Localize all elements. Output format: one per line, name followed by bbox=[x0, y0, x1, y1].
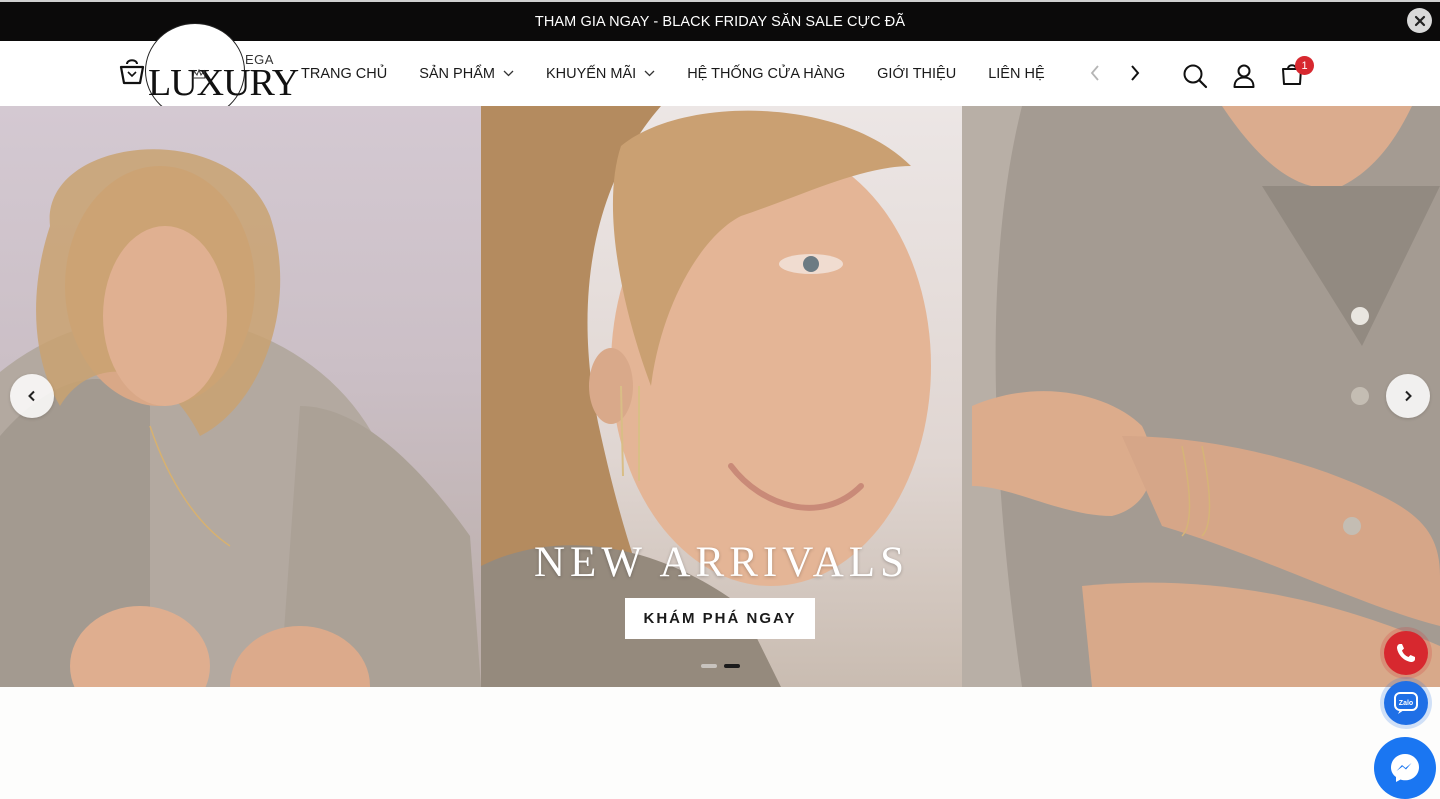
phone-contact-button[interactable] bbox=[1384, 631, 1428, 675]
bag-logo-icon bbox=[119, 59, 145, 85]
site-header: LUXURY EGA TRANG CHỦ SẢN PHẨM KHUYẾN MÃI… bbox=[0, 23, 1440, 119]
nav-item-label: HỆ THỐNG CỬA HÀNG bbox=[687, 65, 846, 82]
slider-dot[interactable] bbox=[701, 664, 717, 668]
slider-prev-button[interactable] bbox=[10, 374, 54, 418]
svg-text:Zalo: Zalo bbox=[1399, 700, 1413, 707]
logo-suffix: EGA bbox=[245, 52, 274, 67]
nav-item-khuyen-mai[interactable]: KHUYẾN MÃI bbox=[546, 66, 655, 82]
phone-icon bbox=[1397, 644, 1415, 662]
nav-scroll-arrows bbox=[1088, 63, 1142, 83]
logo[interactable]: LUXURY EGA bbox=[118, 23, 299, 119]
chevron-left-icon bbox=[28, 390, 35, 402]
promo-text: THAM GIA NGAY - BLACK FRIDAY SĂN SALE CỰ… bbox=[534, 13, 906, 30]
search-icon[interactable] bbox=[1182, 63, 1208, 89]
messenger-icon bbox=[1391, 754, 1419, 782]
nav-item-trang-chu[interactable]: TRANG CHỦ bbox=[301, 66, 387, 82]
hero-photo-right bbox=[962, 106, 1440, 687]
promo-close-button[interactable] bbox=[1407, 8, 1432, 33]
hero-title: NEW ARRIVALS bbox=[534, 539, 909, 586]
slider-next-button[interactable] bbox=[1386, 374, 1430, 418]
hero-image-right bbox=[962, 106, 1440, 687]
nav-item-he-thong-cua-hang[interactable]: HỆ THỐNG CỬA HÀNG bbox=[687, 66, 845, 82]
hero-slider: NEW ARRIVALS KHÁM PHÁ NGAY bbox=[0, 106, 1440, 687]
hero-image-left bbox=[0, 106, 481, 687]
nav-next-button[interactable] bbox=[1128, 63, 1142, 83]
slider-dot-active[interactable] bbox=[724, 664, 740, 668]
nav-item-san-pham[interactable]: SẢN PHẨM bbox=[419, 66, 514, 82]
nav-prev-button[interactable] bbox=[1088, 63, 1102, 83]
header-actions: 1 bbox=[1182, 56, 1314, 91]
cart-count-badge: 1 bbox=[1295, 56, 1314, 75]
crown-icon bbox=[192, 69, 206, 79]
zalo-contact-button[interactable]: Zalo bbox=[1384, 681, 1428, 725]
messenger-contact-button[interactable] bbox=[1374, 737, 1436, 799]
user-icon[interactable] bbox=[1232, 63, 1256, 89]
nav-item-lien-he[interactable]: LIÊN HỆ bbox=[988, 66, 1044, 82]
logo-text: LUXURY bbox=[148, 62, 299, 104]
nav-item-gioi-thieu[interactable]: GIỚI THIỆU bbox=[877, 66, 956, 82]
nav-item-label: LIÊN HỆ bbox=[988, 65, 1045, 82]
hero-cta-button[interactable]: KHÁM PHÁ NGAY bbox=[625, 598, 815, 639]
nav-item-label: SẢN PHẨM bbox=[419, 65, 495, 82]
nav-item-label: TRANG CHỦ bbox=[301, 65, 388, 82]
main-nav: TRANG CHỦ SẢN PHẨM KHUYẾN MÃI HỆ THỐNG C… bbox=[301, 41, 1077, 106]
nav-item-label: KHUYẾN MÃI bbox=[545, 65, 637, 82]
zalo-icon: Zalo bbox=[1394, 692, 1418, 714]
chevron-down-icon bbox=[644, 70, 655, 77]
slider-pagination bbox=[701, 664, 740, 668]
close-icon bbox=[1414, 15, 1425, 26]
hero-photo-left bbox=[0, 149, 481, 687]
chevron-right-icon bbox=[1405, 390, 1412, 402]
cart-button[interactable]: 1 bbox=[1280, 56, 1314, 91]
chevron-down-icon bbox=[503, 70, 514, 77]
nav-item-label: GIỚI THIỆU bbox=[877, 65, 957, 82]
